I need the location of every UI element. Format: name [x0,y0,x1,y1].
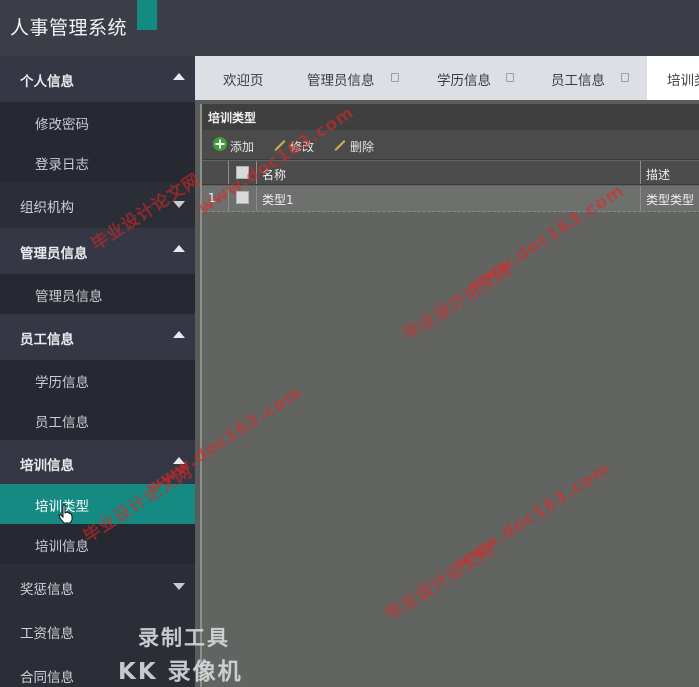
app-title: 人事管理系统 [10,17,128,39]
sidebar-item-label: 培训信息 [35,539,89,555]
sidebar: 个人信息 修改密码 登录日志 组织机构 管理员信息 管理员信息 员工信息 学历信… [0,56,195,687]
title-accent-bar [137,0,157,30]
sidebar-group-employee[interactable]: 员工信息 [0,314,195,360]
cell-desc: 类型类型 [646,193,695,207]
sidebar-group-label: 员工信息 [20,332,74,348]
add-icon [213,137,227,151]
panel-title: 培训类型 [208,111,257,125]
sidebar-item-education[interactable]: 学历信息 [0,360,195,400]
tab-label: 管理员信息 [307,73,375,89]
close-icon[interactable] [506,73,514,82]
sidebar-item-label: 学历信息 [35,375,89,391]
chevron-up-icon [173,73,185,80]
close-icon[interactable] [621,73,629,82]
chevron-up-icon [173,245,185,252]
sidebar-group-label: 奖惩信息 [20,582,74,598]
add-button[interactable]: 添加 [230,138,254,155]
tab-training-type[interactable]: 培训类 [647,56,699,100]
sidebar-group-label: 管理员信息 [20,246,88,262]
sidebar-group-rewards[interactable]: 奖惩信息 [0,564,195,610]
column-header-name[interactable]: 名称 [258,161,638,184]
chevron-down-icon [173,583,185,590]
tab-bar: 欢迎页 管理员信息 学历信息 员工信息 培训类 [195,56,699,100]
sidebar-item-label: 登录日志 [35,157,89,173]
column-header-desc[interactable]: 描述 [642,161,699,184]
tab-label: 员工信息 [551,73,605,89]
recorder-label: 录制工具 [138,626,230,650]
sidebar-group-label: 工资信息 [20,626,74,642]
chevron-up-icon [173,331,185,338]
close-icon[interactable] [391,73,399,82]
sidebar-item-label: 员工信息 [35,415,89,431]
top-bar: 人事管理系统 [0,0,699,56]
tab-label: 学历信息 [437,73,491,89]
sidebar-group-label: 合同信息 [20,670,74,686]
sidebar-group-personal[interactable]: 个人信息 [0,56,195,102]
panel-title-bar: 培训类型 [202,104,699,130]
sidebar-item-login-log[interactable]: 登录日志 [0,142,195,182]
tab-label: 培训类 [667,73,699,89]
sidebar-item-employee-info[interactable]: 员工信息 [0,400,195,440]
tab-education[interactable]: 学历信息 [409,56,527,100]
tab-label: 欢迎页 [223,73,264,89]
recorder-brand: KK 录像机 [118,659,243,685]
tab-employee[interactable]: 员工信息 [527,56,643,100]
sidebar-item-change-password[interactable]: 修改密码 [0,102,195,142]
delete-button[interactable]: 删除 [350,138,374,155]
hand-cursor-icon [58,504,73,524]
tab-admin-info[interactable]: 管理员信息 [285,56,409,100]
sidebar-group-label: 培训信息 [20,458,74,474]
sidebar-group-label: 个人信息 [20,74,74,90]
sidebar-item-label: 管理员信息 [35,289,103,305]
tab-welcome[interactable]: 欢迎页 [195,56,285,100]
delete-icon [334,140,346,151]
sidebar-group-label: 组织机构 [20,200,74,216]
sidebar-item-admin-info[interactable]: 管理员信息 [0,274,195,314]
sidebar-item-label: 修改密码 [35,117,89,133]
